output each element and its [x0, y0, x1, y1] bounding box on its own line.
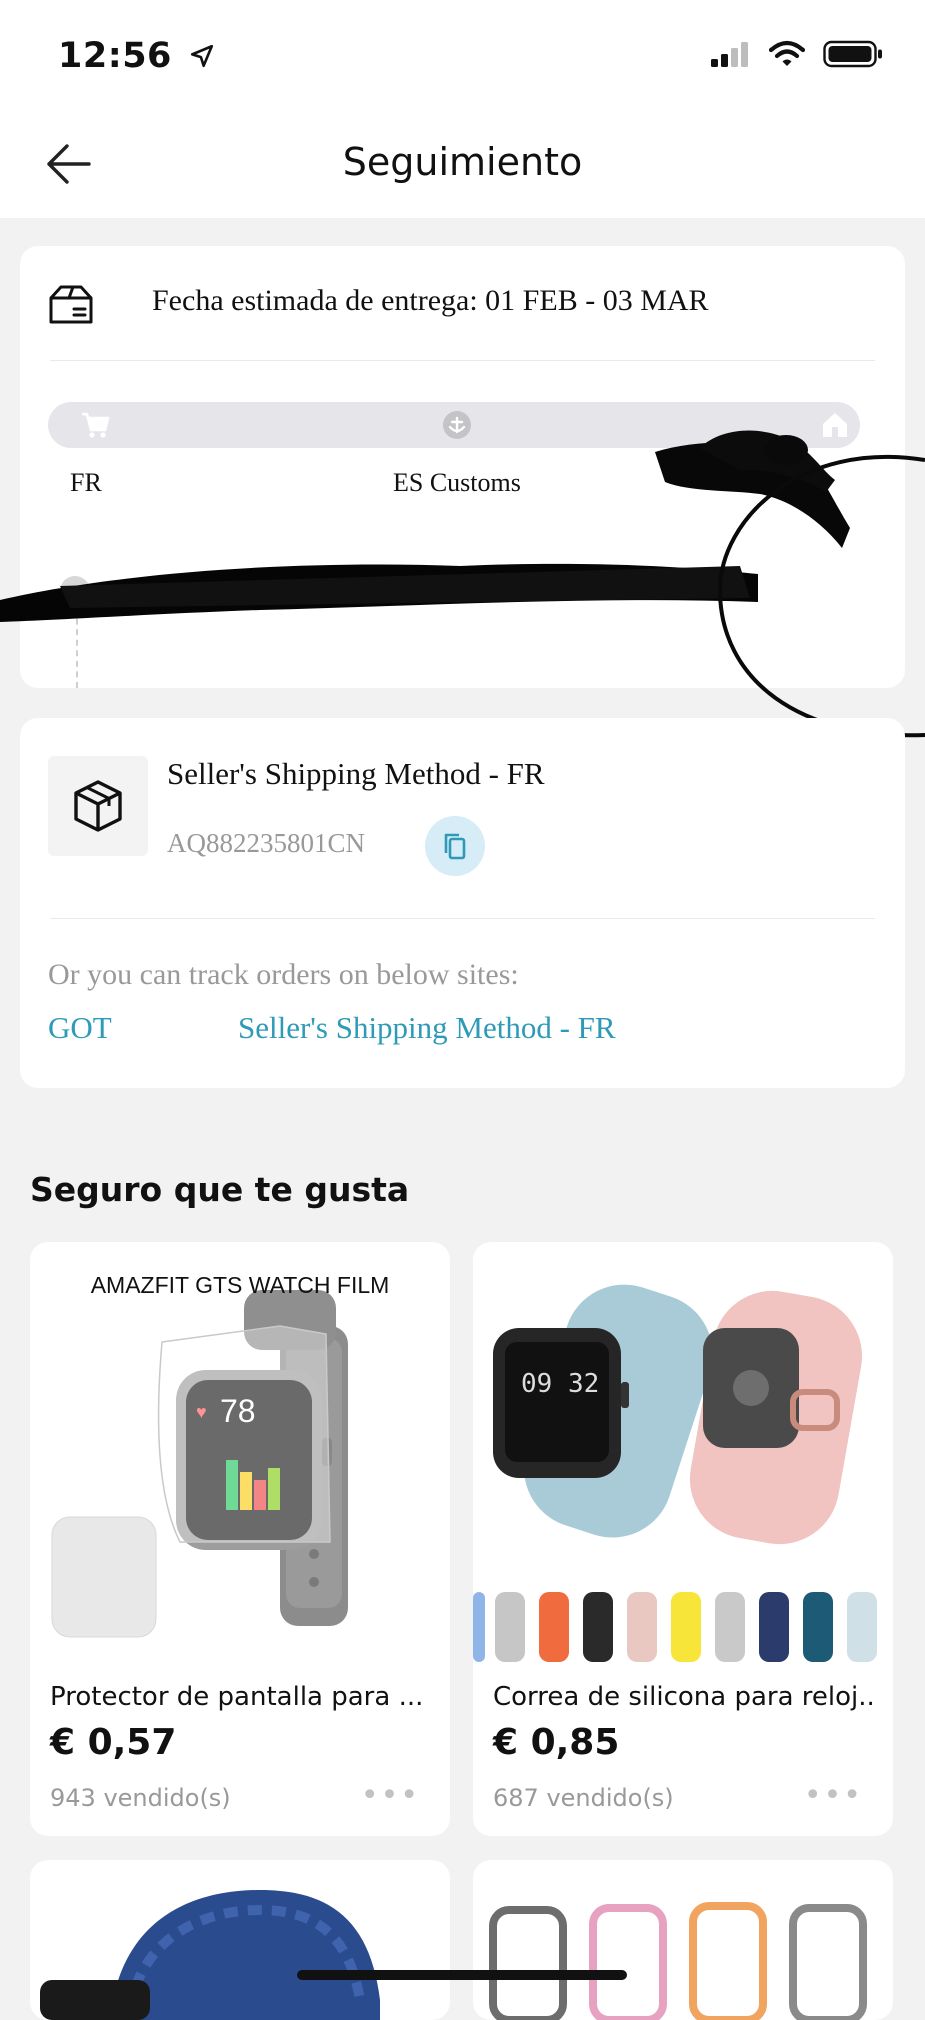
navigation-bar: Seguimiento	[0, 110, 925, 218]
section-title: Seguro que te gusta	[30, 1170, 410, 1209]
package-icon-box	[48, 756, 148, 856]
delivery-box-icon	[49, 285, 93, 324]
product-card[interactable]	[473, 1860, 893, 2020]
divider	[50, 918, 875, 919]
more-options-button[interactable]: •••	[361, 1778, 420, 1813]
timeline-line	[76, 608, 78, 688]
track-sites-intro: Or you can track orders on below sites:	[48, 958, 519, 991]
product-image: 09 32	[473, 1242, 893, 1668]
delivery-estimate: Fecha estimada de entrega: 01 FEB - 03 M…	[152, 284, 709, 317]
status-icons	[711, 40, 883, 68]
shipping-card: Seller's Shipping Method - FR AQ88223580…	[20, 718, 905, 1088]
silicone-straps-illustration: 09 32	[473, 1284, 877, 1662]
status-bar: 12:56	[0, 0, 925, 110]
home-indicator[interactable]	[297, 1970, 627, 1980]
product-image: AMAZFIT GTS WATCH FILM ♥ 78	[30, 1242, 450, 1668]
location-arrow-icon	[190, 44, 213, 68]
product-card[interactable]: 09 32 Correa de silicona para reloj... €…	[473, 1242, 893, 1836]
clock-text: 12:56	[58, 36, 172, 76]
tracking-number: AQ882235801CN	[167, 828, 366, 858]
tracking-link-seller[interactable]: Seller's Shipping Method - FR	[238, 1010, 616, 1046]
product-image-caption: AMAZFIT GTS WATCH FILM	[90, 1272, 390, 1298]
product-sold-count: 687 vendido(s)	[493, 1784, 674, 1812]
delivery-card: Fecha estimada de entrega: 01 FEB - 03 M…	[20, 246, 905, 688]
more-options-button[interactable]: •••	[804, 1778, 863, 1813]
product-price: € 0,85	[493, 1722, 620, 1763]
strap-swatches	[473, 1592, 877, 1662]
cart-icon	[82, 412, 110, 438]
status-time: 12:56	[58, 36, 215, 76]
product-image	[40, 1890, 380, 2020]
stage-label-customs: ES Customs	[393, 468, 521, 497]
page-title: Seguimiento	[342, 140, 583, 184]
product-image	[489, 1902, 867, 2020]
watch-time-display: 09 32	[521, 1369, 599, 1399]
product-name: Correa de silicona para reloj...	[493, 1682, 873, 1712]
product-sold-count: 943 vendido(s)	[50, 1784, 231, 1812]
home-icon	[823, 413, 847, 437]
divider	[50, 360, 875, 361]
copy-icon	[444, 833, 466, 860]
product-price: € 0,57	[50, 1722, 177, 1763]
customs-anchor-icon	[443, 411, 471, 439]
timeline-dot	[60, 576, 90, 606]
product-name: Protector de pantalla para ...	[50, 1682, 424, 1712]
shipping-method: Seller's Shipping Method - FR	[167, 756, 545, 791]
tracking-link-got[interactable]: GOT	[48, 1010, 112, 1046]
cellular-signal-icon	[711, 42, 748, 67]
package-icon	[74, 780, 122, 832]
shipping-progress-bar	[48, 402, 860, 448]
product-card[interactable]	[30, 1860, 450, 2020]
watch-film-illustration: ♥ 78	[51, 1290, 348, 1638]
stage-label-origin: FR	[70, 468, 102, 497]
wifi-icon	[769, 40, 805, 66]
copy-tracking-button[interactable]	[425, 816, 485, 876]
product-card[interactable]: AMAZFIT GTS WATCH FILM ♥ 78 Protector de…	[30, 1242, 450, 1836]
battery-icon	[823, 40, 882, 68]
